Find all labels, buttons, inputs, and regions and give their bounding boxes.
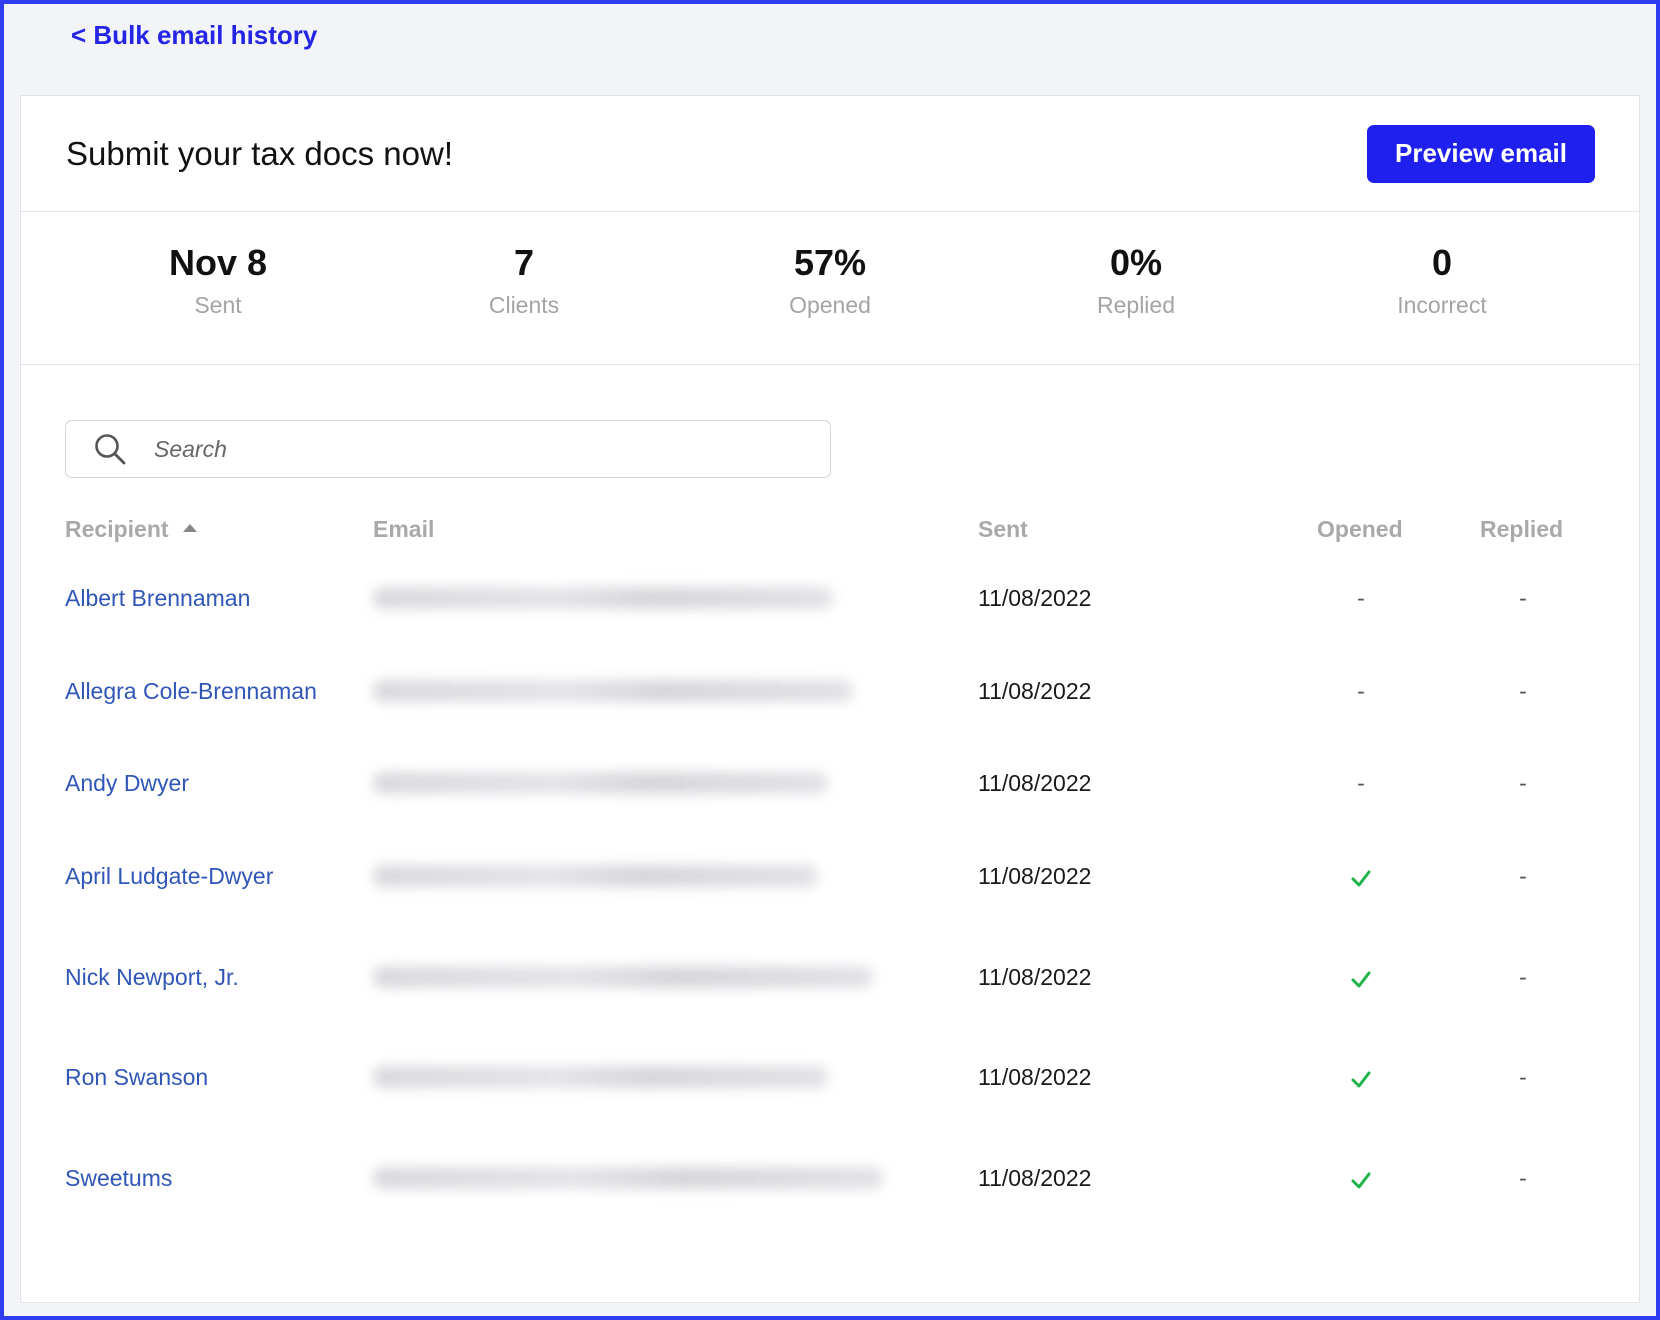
sent-date: 11/08/2022 <box>978 1165 1092 1191</box>
sent-date: 11/08/2022 <box>978 770 1092 796</box>
stat-value: 57% <box>793 242 867 283</box>
stat-value: 0 <box>1431 242 1453 283</box>
email-redacted <box>373 587 833 609</box>
sent-date: 11/08/2022 <box>978 585 1092 611</box>
sent-date: 11/08/2022 <box>978 964 1092 990</box>
column-header-replied: Replied <box>1480 516 1563 543</box>
sort-ascending-icon <box>182 523 197 532</box>
column-header-label: Email <box>373 516 435 542</box>
stat-replied: 0% Replied <box>983 212 1289 364</box>
stat-label: Incorrect <box>1397 292 1487 318</box>
recipient-link[interactable]: Allegra Cole-Brennaman <box>65 671 317 711</box>
replied-status: - <box>1519 770 1527 796</box>
replied-status: - <box>1519 1064 1527 1090</box>
column-header-sent: Sent <box>978 516 1028 543</box>
email-redacted <box>373 680 853 702</box>
email-redacted <box>373 865 818 887</box>
table-row[interactable]: Andy Dwyer 11/08/2022 - - <box>21 763 1641 803</box>
table-row[interactable]: April Ludgate-Dwyer 11/08/2022 - <box>21 856 1641 896</box>
table-row[interactable]: Nick Newport, Jr. 11/08/2022 - <box>21 957 1641 997</box>
replied-status: - <box>1519 678 1527 704</box>
search-icon <box>92 431 128 467</box>
recipient-link[interactable]: Ron Swanson <box>65 1057 208 1097</box>
column-header-opened: Opened <box>1317 516 1403 543</box>
sent-date: 11/08/2022 <box>978 863 1092 889</box>
table-row[interactable]: Allegra Cole-Brennaman 11/08/2022 - - <box>21 671 1641 711</box>
column-header-email: Email <box>373 516 434 543</box>
stat-sent: Nov 8 Sent <box>65 212 371 364</box>
stat-label: Opened <box>789 292 871 318</box>
stat-clients: 7 Clients <box>371 212 677 364</box>
back-link-label: < Bulk email history <box>71 20 318 50</box>
check-icon <box>1341 957 1381 997</box>
stat-label: Replied <box>1097 292 1175 318</box>
stat-opened: 57% Opened <box>677 212 983 364</box>
email-redacted <box>373 966 873 988</box>
table-row[interactable]: Sweetums 11/08/2022 - <box>21 1158 1641 1198</box>
sent-date: 11/08/2022 <box>978 1064 1092 1090</box>
stat-value: 7 <box>513 242 535 283</box>
email-redacted <box>373 1167 883 1189</box>
opened-status: - <box>1357 585 1365 611</box>
replied-status: - <box>1519 964 1527 990</box>
column-header-recipient[interactable]: Recipient <box>65 516 197 543</box>
recipient-link[interactable]: April Ludgate-Dwyer <box>65 856 273 896</box>
opened-status: - <box>1357 770 1365 796</box>
opened-status: - <box>1357 678 1365 704</box>
check-icon <box>1341 856 1381 896</box>
email-detail-card: Submit your tax docs now! Preview email … <box>20 95 1640 1303</box>
preview-email-button[interactable]: Preview email <box>1367 124 1595 183</box>
table-row[interactable]: Ron Swanson 11/08/2022 - <box>21 1057 1641 1097</box>
back-to-bulk-email-history-link[interactable]: < Bulk email history <box>71 20 317 51</box>
stat-value: Nov 8 <box>168 242 268 283</box>
replied-status: - <box>1519 585 1527 611</box>
search-input[interactable] <box>154 435 794 463</box>
stats-bar: Nov 8 Sent 7 Clients 57% Opened 0% Repli… <box>21 212 1639 365</box>
check-icon <box>1341 1057 1381 1097</box>
table-row[interactable]: Albert Brennaman 11/08/2022 - - <box>21 578 1641 618</box>
page-title: Submit your tax docs now! <box>66 134 454 172</box>
check-icon <box>1341 1158 1381 1198</box>
column-header-label: Opened <box>1317 516 1403 542</box>
recipient-link[interactable]: Andy Dwyer <box>65 763 189 803</box>
search-box <box>65 420 831 478</box>
card-header: Submit your tax docs now! Preview email <box>21 96 1639 212</box>
recipient-link[interactable]: Nick Newport, Jr. <box>65 957 239 997</box>
column-header-label: Replied <box>1480 516 1564 542</box>
recipient-link[interactable]: Sweetums <box>65 1158 172 1198</box>
stat-value: 0% <box>1109 242 1163 283</box>
stat-incorrect: 0 Incorrect <box>1289 212 1595 364</box>
email-redacted <box>373 772 828 794</box>
column-header-label: Recipient <box>65 516 169 542</box>
column-header-label: Sent <box>978 516 1028 542</box>
stat-label: Clients <box>488 292 560 318</box>
email-redacted <box>373 1066 828 1088</box>
replied-status: - <box>1519 1165 1527 1191</box>
sent-date: 11/08/2022 <box>978 678 1092 704</box>
replied-status: - <box>1519 863 1527 889</box>
recipient-link[interactable]: Albert Brennaman <box>65 578 250 618</box>
stat-label: Sent <box>194 292 242 318</box>
